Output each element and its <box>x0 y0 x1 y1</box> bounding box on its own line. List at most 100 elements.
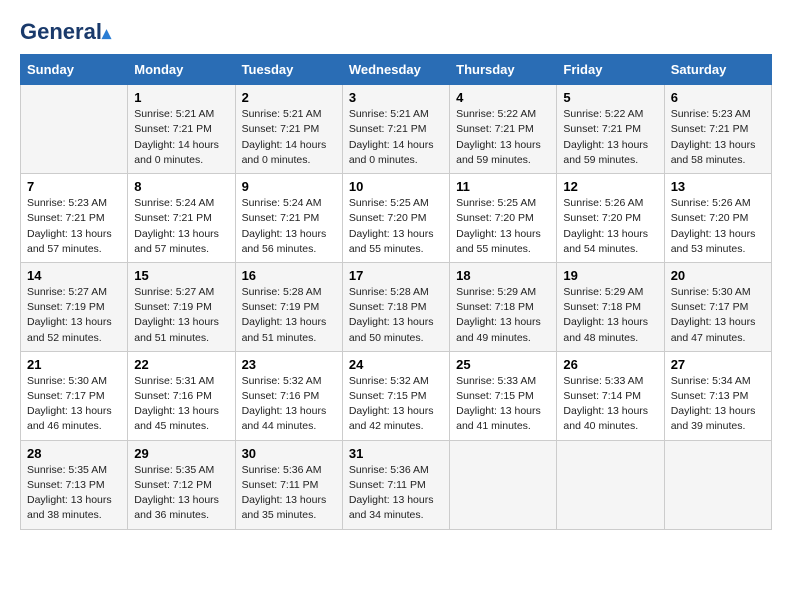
day-info: Sunrise: 5:28 AMSunset: 7:18 PMDaylight:… <box>349 285 443 346</box>
calendar-cell: 24 Sunrise: 5:32 AMSunset: 7:15 PMDayligh… <box>342 351 449 440</box>
calendar-cell: 13 Sunrise: 5:26 AMSunset: 7:20 PMDayligh… <box>664 174 771 263</box>
day-info: Sunrise: 5:22 AMSunset: 7:21 PMDaylight:… <box>563 107 657 168</box>
calendar-cell: 2 Sunrise: 5:21 AMSunset: 7:21 PMDaylight… <box>235 85 342 174</box>
day-info: Sunrise: 5:30 AMSunset: 7:17 PMDaylight:… <box>27 374 121 435</box>
day-info: Sunrise: 5:36 AMSunset: 7:11 PMDaylight:… <box>242 463 336 524</box>
calendar-cell <box>21 85 128 174</box>
day-number: 12 <box>563 179 657 194</box>
calendar-cell: 29Sunrise: 5:35 AMSunset: 7:12 PMDayligh… <box>128 440 235 529</box>
day-number: 15 <box>134 268 228 283</box>
day-info: Sunrise: 5:23 AMSunset: 7:21 PMDaylight:… <box>671 107 765 168</box>
day-number: 8 <box>134 179 228 194</box>
day-number: 27 <box>671 357 765 372</box>
calendar-cell: 21 Sunrise: 5:30 AMSunset: 7:17 PMDayligh… <box>21 351 128 440</box>
day-info: Sunrise: 5:26 AMSunset: 7:20 PMDaylight:… <box>671 196 765 257</box>
day-number: 3 <box>349 90 443 105</box>
logo-general: General <box>20 19 102 44</box>
calendar-cell <box>557 440 664 529</box>
day-number: 24 <box>349 357 443 372</box>
day-info: Sunrise: 5:21 AMSunset: 7:21 PMDaylight:… <box>134 107 228 168</box>
day-info: Sunrise: 5:33 AMSunset: 7:14 PMDaylight:… <box>563 374 657 435</box>
calendar-table: SundayMondayTuesdayWednesdayThursdayFrid… <box>20 54 772 529</box>
calendar-cell: 16Sunrise: 5:28 AMSunset: 7:19 PMDayligh… <box>235 262 342 351</box>
day-number: 1 <box>134 90 228 105</box>
day-info: Sunrise: 5:25 AMSunset: 7:20 PMDaylight:… <box>456 196 550 257</box>
calendar-cell: 11 Sunrise: 5:25 AMSunset: 7:20 PMDayligh… <box>450 174 557 263</box>
calendar-cell: 25 Sunrise: 5:33 AMSunset: 7:15 PMDayligh… <box>450 351 557 440</box>
day-number: 16 <box>242 268 336 283</box>
day-info: Sunrise: 5:30 AMSunset: 7:17 PMDaylight:… <box>671 285 765 346</box>
logo-bird-icon: ▴ <box>102 23 111 43</box>
day-info: Sunrise: 5:31 AMSunset: 7:16 PMDaylight:… <box>134 374 228 435</box>
day-number: 11 <box>456 179 550 194</box>
day-number: 21 <box>27 357 121 372</box>
day-number: 6 <box>671 90 765 105</box>
day-info: Sunrise: 5:21 AMSunset: 7:21 PMDaylight:… <box>242 107 336 168</box>
column-header-friday: Friday <box>557 55 664 85</box>
day-info: Sunrise: 5:24 AMSunset: 7:21 PMDaylight:… <box>242 196 336 257</box>
day-info: Sunrise: 5:34 AMSunset: 7:13 PMDaylight:… <box>671 374 765 435</box>
day-number: 19 <box>563 268 657 283</box>
column-header-tuesday: Tuesday <box>235 55 342 85</box>
day-number: 26 <box>563 357 657 372</box>
day-number: 5 <box>563 90 657 105</box>
calendar-cell: 28Sunrise: 5:35 AMSunset: 7:13 PMDayligh… <box>21 440 128 529</box>
day-number: 30 <box>242 446 336 461</box>
day-info: Sunrise: 5:29 AMSunset: 7:18 PMDaylight:… <box>456 285 550 346</box>
page-header: General▴ <box>20 20 772 44</box>
day-info: Sunrise: 5:22 AMSunset: 7:21 PMDaylight:… <box>456 107 550 168</box>
day-number: 10 <box>349 179 443 194</box>
day-number: 2 <box>242 90 336 105</box>
day-number: 4 <box>456 90 550 105</box>
column-header-saturday: Saturday <box>664 55 771 85</box>
day-info: Sunrise: 5:33 AMSunset: 7:15 PMDaylight:… <box>456 374 550 435</box>
calendar-cell: 27 Sunrise: 5:34 AMSunset: 7:13 PMDayligh… <box>664 351 771 440</box>
calendar-cell: 18 Sunrise: 5:29 AMSunset: 7:18 PMDayligh… <box>450 262 557 351</box>
day-number: 23 <box>242 357 336 372</box>
day-number: 31 <box>349 446 443 461</box>
calendar-header-row: SundayMondayTuesdayWednesdayThursdayFrid… <box>21 55 772 85</box>
day-number: 13 <box>671 179 765 194</box>
calendar-cell: 7 Sunrise: 5:23 AMSunset: 7:21 PMDaylight… <box>21 174 128 263</box>
day-number: 22 <box>134 357 228 372</box>
calendar-week-row: 21 Sunrise: 5:30 AMSunset: 7:17 PMDayligh… <box>21 351 772 440</box>
calendar-cell: 17 Sunrise: 5:28 AMSunset: 7:18 PMDayligh… <box>342 262 449 351</box>
day-info: Sunrise: 5:25 AMSunset: 7:20 PMDaylight:… <box>349 196 443 257</box>
day-info: Sunrise: 5:27 AMSunset: 7:19 PMDaylight:… <box>27 285 121 346</box>
day-info: Sunrise: 5:23 AMSunset: 7:21 PMDaylight:… <box>27 196 121 257</box>
day-number: 25 <box>456 357 550 372</box>
calendar-cell: 8 Sunrise: 5:24 AMSunset: 7:21 PMDaylight… <box>128 174 235 263</box>
day-number: 20 <box>671 268 765 283</box>
calendar-cell: 12 Sunrise: 5:26 AMSunset: 7:20 PMDayligh… <box>557 174 664 263</box>
day-number: 9 <box>242 179 336 194</box>
calendar-cell: 30 Sunrise: 5:36 AMSunset: 7:11 PMDayligh… <box>235 440 342 529</box>
day-info: Sunrise: 5:21 AMSunset: 7:21 PMDaylight:… <box>349 107 443 168</box>
day-number: 7 <box>27 179 121 194</box>
column-header-sunday: Sunday <box>21 55 128 85</box>
calendar-cell <box>450 440 557 529</box>
calendar-cell: 31 Sunrise: 5:36 AMSunset: 7:11 PMDayligh… <box>342 440 449 529</box>
column-header-wednesday: Wednesday <box>342 55 449 85</box>
calendar-cell: 22 Sunrise: 5:31 AMSunset: 7:16 PMDayligh… <box>128 351 235 440</box>
calendar-cell: 1 Sunrise: 5:21 AMSunset: 7:21 PMDaylight… <box>128 85 235 174</box>
calendar-week-row: 14 Sunrise: 5:27 AMSunset: 7:19 PMDayligh… <box>21 262 772 351</box>
day-info: Sunrise: 5:36 AMSunset: 7:11 PMDaylight:… <box>349 463 443 524</box>
calendar-cell: 3 Sunrise: 5:21 AMSunset: 7:21 PMDaylight… <box>342 85 449 174</box>
logo: General▴ <box>20 20 111 44</box>
calendar-cell: 15 Sunrise: 5:27 AMSunset: 7:19 PMDayligh… <box>128 262 235 351</box>
day-number: 28 <box>27 446 121 461</box>
day-info: Sunrise: 5:26 AMSunset: 7:20 PMDaylight:… <box>563 196 657 257</box>
day-number: 18 <box>456 268 550 283</box>
day-number: 17 <box>349 268 443 283</box>
calendar-week-row: 7 Sunrise: 5:23 AMSunset: 7:21 PMDaylight… <box>21 174 772 263</box>
day-number: 29 <box>134 446 228 461</box>
calendar-cell: 10 Sunrise: 5:25 AMSunset: 7:20 PMDayligh… <box>342 174 449 263</box>
day-info: Sunrise: 5:24 AMSunset: 7:21 PMDaylight:… <box>134 196 228 257</box>
day-info: Sunrise: 5:27 AMSunset: 7:19 PMDaylight:… <box>134 285 228 346</box>
calendar-cell: 20 Sunrise: 5:30 AMSunset: 7:17 PMDayligh… <box>664 262 771 351</box>
day-info: Sunrise: 5:32 AMSunset: 7:15 PMDaylight:… <box>349 374 443 435</box>
calendar-cell: 6 Sunrise: 5:23 AMSunset: 7:21 PMDaylight… <box>664 85 771 174</box>
calendar-cell: 26 Sunrise: 5:33 AMSunset: 7:14 PMDayligh… <box>557 351 664 440</box>
day-number: 14 <box>27 268 121 283</box>
day-info: Sunrise: 5:29 AMSunset: 7:18 PMDaylight:… <box>563 285 657 346</box>
